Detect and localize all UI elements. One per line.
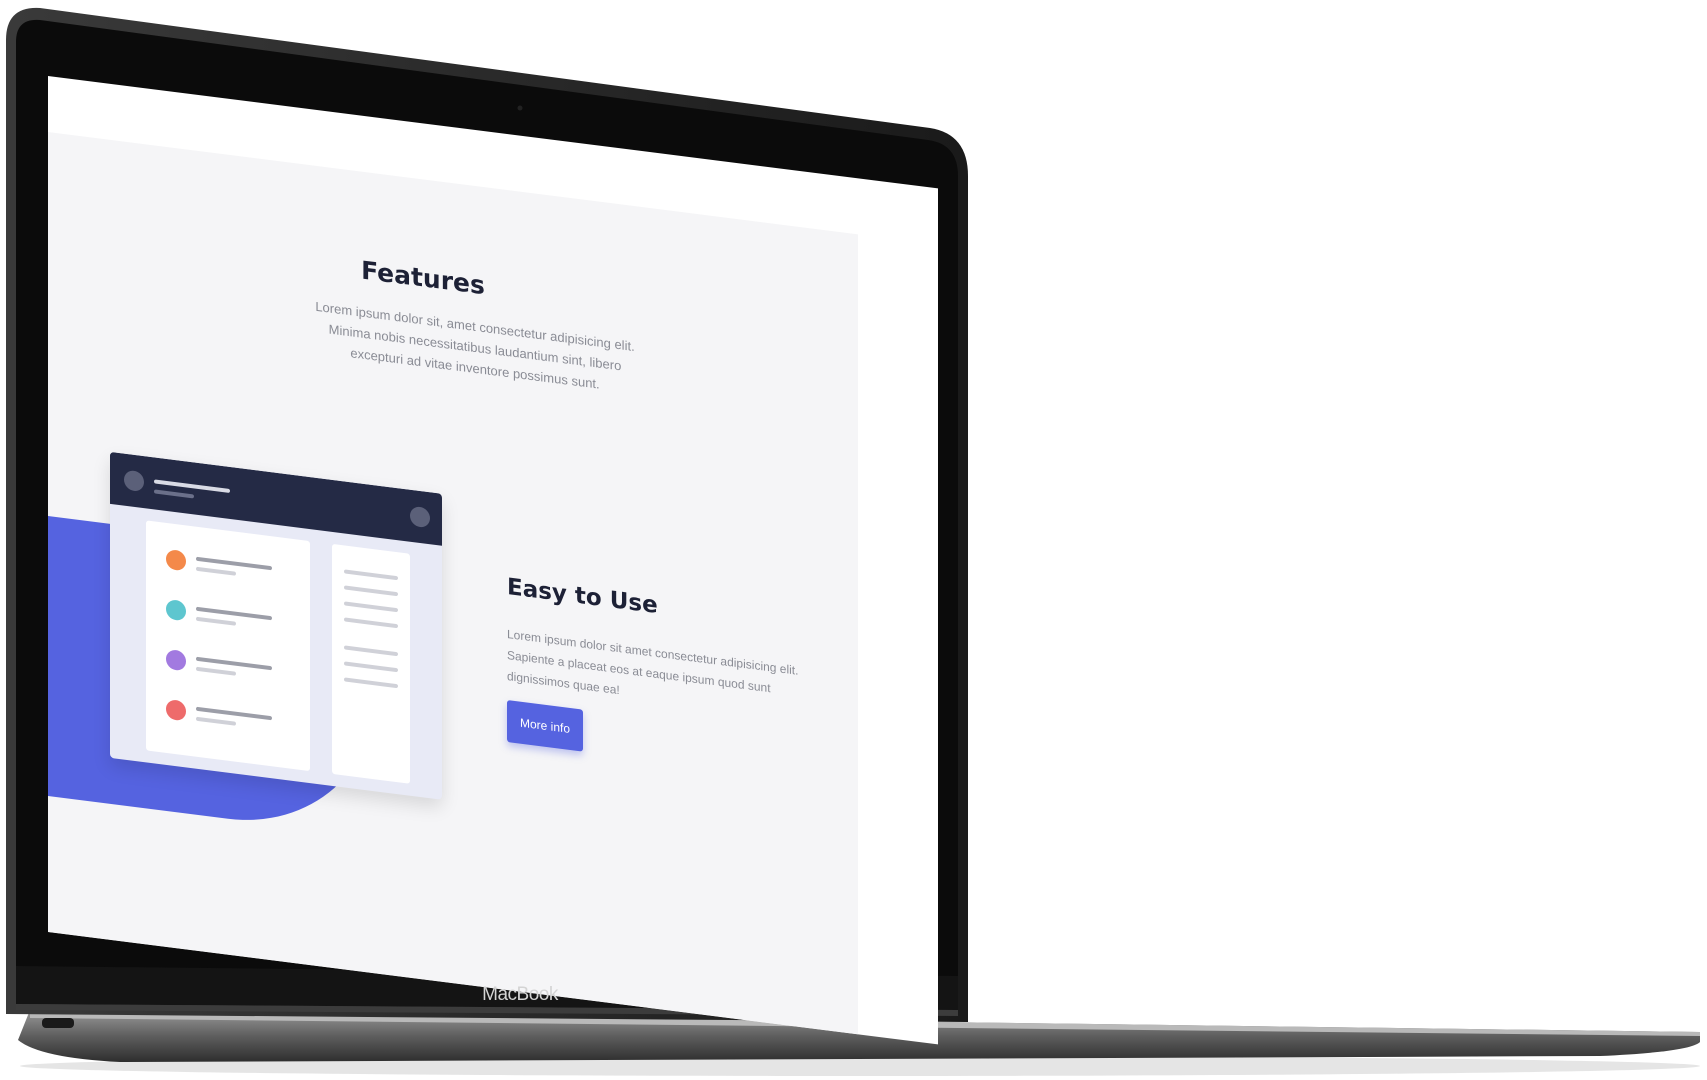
detail-line bbox=[344, 645, 398, 657]
list-item-line bbox=[196, 666, 236, 676]
usb-c-port-icon bbox=[42, 1018, 74, 1028]
red-dot-icon bbox=[166, 698, 186, 722]
detail-line bbox=[344, 617, 398, 629]
list-item-line bbox=[196, 616, 236, 626]
list-item-line bbox=[196, 566, 236, 576]
camera-icon bbox=[517, 105, 523, 111]
detail-line bbox=[344, 601, 398, 613]
header-line bbox=[154, 489, 194, 499]
avatar-icon bbox=[124, 469, 144, 493]
website-screen: Features Lorem ipsum dolor sit, amet con… bbox=[48, 76, 938, 1045]
detail-line bbox=[344, 585, 398, 597]
laptop-brand-label: MacBook bbox=[482, 984, 558, 1005]
list-card bbox=[146, 520, 310, 772]
app-illustration bbox=[110, 451, 442, 800]
list-item-line bbox=[196, 716, 236, 726]
orange-dot-icon bbox=[166, 548, 186, 572]
detail-line bbox=[344, 677, 398, 689]
detail-line bbox=[344, 569, 398, 581]
laptop-mockup-scene: Features Lorem ipsum dolor sit, amet con… bbox=[0, 0, 1707, 1080]
settings-icon bbox=[410, 505, 430, 529]
teal-dot-icon bbox=[166, 598, 186, 622]
purple-dot-icon bbox=[166, 648, 186, 672]
detail-card bbox=[332, 543, 410, 784]
detail-line bbox=[344, 661, 398, 673]
